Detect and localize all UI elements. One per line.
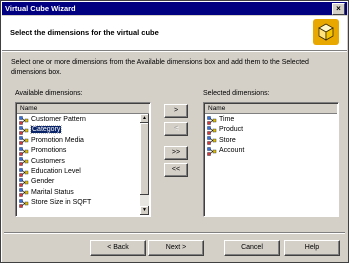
selected-list-item[interactable]: Product xyxy=(207,125,243,135)
dimension-icon xyxy=(19,188,29,197)
dimension-icon xyxy=(19,167,29,177)
list-item-label: Category xyxy=(29,125,63,135)
dimension-icon xyxy=(19,178,29,187)
list-item-label: Marital Status xyxy=(31,188,74,196)
dimension-icon xyxy=(207,136,217,145)
scroll-down-button[interactable]: ▼ xyxy=(140,206,149,215)
add-all-button[interactable]: >> xyxy=(164,146,188,160)
available-list-item[interactable]: Education Level xyxy=(19,167,81,177)
dimension-icon xyxy=(19,157,29,166)
wizard-window: Virtual Cube Wizard × Select the dimensi… xyxy=(0,0,349,263)
available-list-item[interactable]: Customer Pattern xyxy=(19,115,86,125)
dimension-icon xyxy=(19,126,29,135)
list-item-label: Account xyxy=(219,147,245,155)
page-heading: Select the dimensions for the virtual cu… xyxy=(10,28,159,37)
cube-icon xyxy=(313,19,339,45)
window-title: Virtual Cube Wizard xyxy=(5,4,76,13)
available-list-item[interactable]: Promotion Media xyxy=(19,136,84,146)
available-name-column-header[interactable]: Name xyxy=(17,104,149,114)
available-list-item[interactable]: Category xyxy=(19,125,63,135)
list-item-label: Customers xyxy=(31,157,65,165)
selected-list-item[interactable]: Store xyxy=(207,136,236,146)
scroll-thumb[interactable] xyxy=(140,123,149,195)
available-list-item[interactable]: Customers xyxy=(19,157,65,167)
list-item-label: Promotions xyxy=(31,147,67,155)
remove-all-button[interactable]: << xyxy=(164,163,188,177)
selected-dimensions-list[interactable]: Name Time Product Store Account xyxy=(203,102,339,217)
close-button[interactable]: × xyxy=(332,3,345,15)
list-item-label: Promotion Media xyxy=(31,136,84,144)
dimension-icon xyxy=(19,115,29,125)
available-list-item[interactable]: Marital Status xyxy=(19,188,74,198)
scroll-up-button[interactable]: ▲ xyxy=(140,114,149,123)
instructions-text: Select one or more dimensions from the A… xyxy=(11,59,309,76)
available-list-item[interactable]: Promotions xyxy=(19,146,66,156)
dimension-icon xyxy=(207,146,217,156)
close-icon: × xyxy=(336,4,341,13)
selected-dimensions-label: Selected dimensions: xyxy=(203,90,270,97)
selected-name-column-header[interactable]: Name xyxy=(205,104,337,114)
list-item-label: Gender xyxy=(31,178,55,186)
available-list-scrollbar[interactable]: ▲ ▼ xyxy=(140,114,149,215)
dimension-icon xyxy=(207,126,217,135)
list-item-label: Time xyxy=(219,116,235,123)
list-item-label: Customer Pattern xyxy=(31,116,86,123)
available-dimensions-label: Available dimensions: xyxy=(15,90,83,97)
dimension-icon xyxy=(207,115,217,125)
dimension-icon xyxy=(19,146,29,156)
back-button[interactable]: < Back xyxy=(90,240,146,256)
available-list-item[interactable]: Store Size in SQFT xyxy=(19,198,91,208)
cancel-button[interactable]: Cancel xyxy=(224,240,280,256)
available-list-item[interactable]: Gender xyxy=(19,177,54,187)
list-item-label: Education Level xyxy=(31,168,81,175)
next-button[interactable]: Next > xyxy=(148,240,204,256)
list-item-label: Store xyxy=(219,136,236,144)
title-bar: Virtual Cube Wizard × xyxy=(2,2,347,15)
help-button[interactable]: Help xyxy=(284,240,340,256)
add-button[interactable]: > xyxy=(164,104,188,118)
header-divider xyxy=(2,51,347,52)
footer-divider xyxy=(4,232,345,233)
available-dimensions-list[interactable]: Name Customer Pattern Category Promotion M… xyxy=(15,102,151,217)
wizard-header: Select the dimensions for the virtual cu… xyxy=(2,16,347,51)
remove-button[interactable]: < xyxy=(164,122,188,136)
selected-list-item[interactable]: Time xyxy=(207,115,234,125)
selected-list-item[interactable]: Account xyxy=(207,146,244,156)
dimension-icon xyxy=(19,198,29,208)
list-item-label: Store Size in SQFT xyxy=(31,199,92,207)
list-item-label: Product xyxy=(219,126,244,134)
dimension-icon xyxy=(19,136,29,145)
